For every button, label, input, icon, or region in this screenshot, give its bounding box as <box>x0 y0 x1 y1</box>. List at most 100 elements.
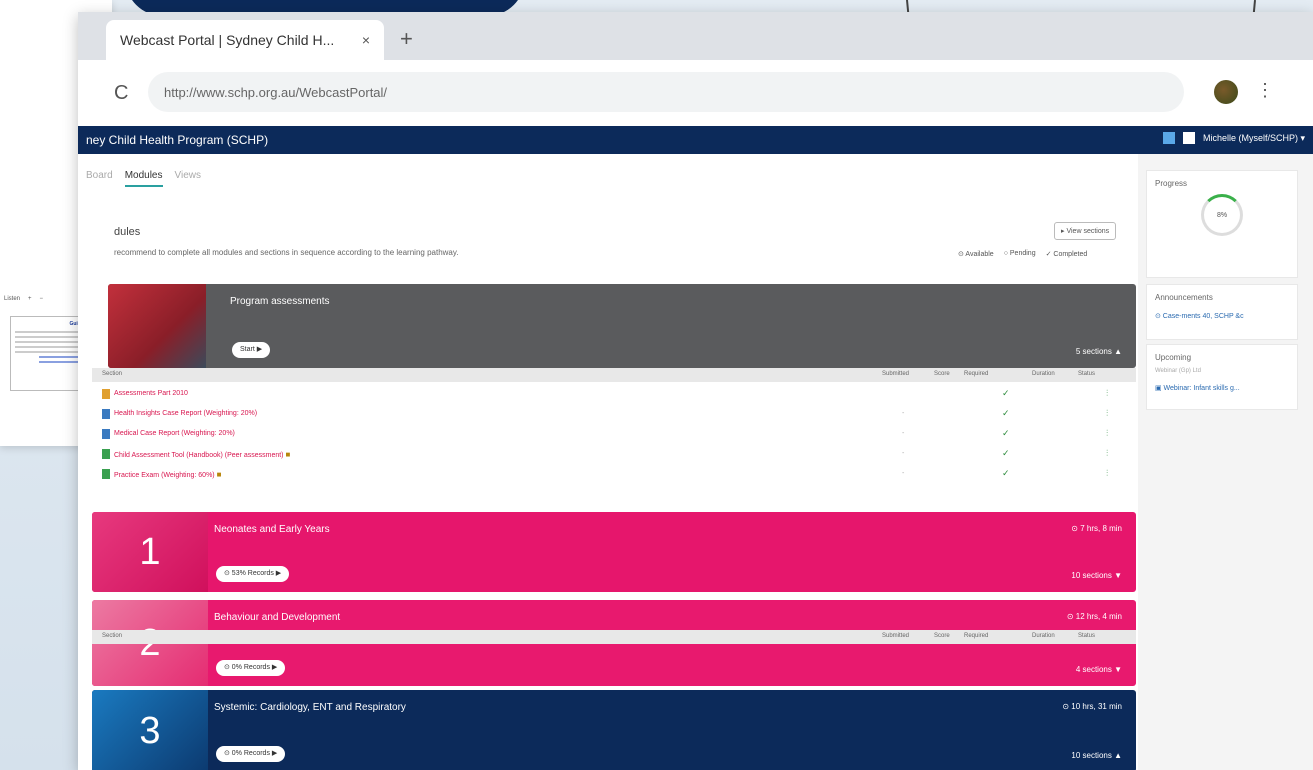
table-row[interactable]: Practice Exam (Weighting: 60%) ■ - ✓ ⫶ <box>102 466 1132 486</box>
module-number: 3 <box>92 690 208 770</box>
legend-item: ⊙ Available <box>958 251 994 258</box>
url-input[interactable]: http://www.schp.org.au/WebcastPortal/ <box>148 72 1184 112</box>
user-menu[interactable]: Michelle (Myself/SCHP) ▾ <box>1203 133 1305 144</box>
column-header: Score <box>934 633 950 639</box>
column-header: Status <box>1078 371 1096 377</box>
activity-link[interactable]: Practice Exam (Weighting: 60%) ■ <box>114 470 221 479</box>
browser-window: Webcast Portal | Sydney Child H... × + C… <box>78 12 1313 770</box>
site-header: ney Child Health Program (SCHP) Michelle… <box>78 126 1313 154</box>
tab-views[interactable]: Views <box>175 170 202 187</box>
grid-icon[interactable] <box>1182 132 1195 144</box>
page-content: Board Modules Views dules recommend to c… <box>78 154 1313 770</box>
background-toolbar-item[interactable]: Listen <box>4 296 20 302</box>
column-header: Status <box>1078 633 1096 639</box>
close-icon[interactable]: × <box>362 32 370 48</box>
table-header: Section Submitted Score Required Duratio… <box>92 368 1136 382</box>
progress-card: Progress 8% <box>1146 170 1298 278</box>
reload-icon[interactable]: C <box>114 82 128 105</box>
activity-link[interactable]: Assessments Part 2010 <box>114 390 188 397</box>
submitted-value: - <box>902 410 905 417</box>
module-title: Neonates and Early Years <box>214 524 330 535</box>
status-legend: ⊙ Available ○ Pending ✓ Completed <box>958 250 1087 258</box>
module-sections-toggle[interactable]: 10 sections ▼ <box>1071 571 1122 580</box>
status-icon: ⫶ <box>1106 408 1109 418</box>
required-check-icon: ✓ <box>1002 408 1010 418</box>
submitted-value: - <box>902 450 905 457</box>
document-icon <box>102 389 110 399</box>
lock-icon: ■ <box>285 450 291 459</box>
module-sections-toggle[interactable]: 4 sections ▼ <box>1076 665 1122 674</box>
module-progress-button[interactable]: ⊙ 53% Records ▶ <box>216 566 290 582</box>
table-row[interactable]: Child Assessment Tool (Handbook) (Peer a… <box>102 446 1132 466</box>
upcoming-subtitle: Webinar (Gp) Ltd <box>1155 368 1201 374</box>
column-header: Submitted <box>882 633 910 639</box>
table-row[interactable]: Health Insights Case Report (Weighting: … <box>102 406 1132 426</box>
activity-link[interactable]: Child Assessment Tool (Handbook) (Peer a… <box>114 450 290 459</box>
required-check-icon: ✓ <box>1002 448 1010 458</box>
document-icon <box>102 409 110 419</box>
module-thumbnail <box>108 284 206 368</box>
browser-tab[interactable]: Webcast Portal | Sydney Child H... × <box>106 20 384 60</box>
activity-label: Practice Exam (Weighting: 60%) <box>114 472 215 479</box>
new-tab-button[interactable]: + <box>400 26 413 52</box>
legend-item: ✓ Completed <box>1045 251 1088 258</box>
view-sections-button[interactable]: ▸ View sections <box>1054 222 1117 240</box>
background-toolbar-item[interactable]: − <box>40 296 44 302</box>
column-header: Score <box>934 371 950 377</box>
tab-title: Webcast Portal | Sydney Child H... <box>120 32 335 48</box>
module-title: Systemic: Cardiology, ENT and Respirator… <box>214 702 406 713</box>
required-check-icon: ✓ <box>1002 468 1010 478</box>
upcoming-link[interactable]: ▣ Webinar: Infant skills g... <box>1155 384 1289 392</box>
section-note: recommend to complete all modules and se… <box>114 248 459 257</box>
background-toolbar-item[interactable]: + <box>28 296 32 302</box>
activity-link[interactable]: Health Insights Case Report (Weighting: … <box>114 410 257 417</box>
column-header: Required <box>964 633 989 639</box>
announcements-title: Announcements <box>1155 293 1213 302</box>
tab-board[interactable]: Board <box>86 170 113 187</box>
submitted-value: - <box>902 430 905 437</box>
column-header: Duration <box>1032 371 1055 377</box>
submitted-value: - <box>902 470 905 477</box>
module-card-1[interactable]: 1 Neonates and Early Years ⊙ 7 hrs, 8 mi… <box>92 512 1136 592</box>
module-card-assessments[interactable]: Program assessments Start ▶ 5 sections ▲ <box>108 284 1136 368</box>
module-card-3[interactable]: 3 Systemic: Cardiology, ENT and Respirat… <box>92 690 1136 770</box>
module-title: Program assessments <box>230 296 330 307</box>
upcoming-title: Upcoming <box>1155 353 1192 362</box>
column-header: Duration <box>1032 633 1055 639</box>
module-start-button[interactable]: Start ▶ <box>232 342 271 358</box>
address-bar: C http://www.schp.org.au/WebcastPortal/ … <box>78 60 1313 126</box>
legend-item: ○ Pending <box>1003 250 1036 257</box>
progress-ring: 8% <box>1201 194 1243 236</box>
column-header: Section <box>102 633 123 639</box>
module-progress-button[interactable]: ⊙ 0% Records ▶ <box>216 746 286 762</box>
status-icon: ⫶ <box>1106 428 1109 438</box>
upcoming-card: Upcoming Webinar (Gp) Ltd ▣ Webinar: Inf… <box>1146 344 1298 410</box>
sub-navigation: Board Modules Views <box>86 170 201 187</box>
site-title[interactable]: ney Child Health Program (SCHP) <box>86 133 268 147</box>
activity-link[interactable]: Medical Case Report (Weighting: 20%) <box>114 430 235 437</box>
status-icon: ⫶ <box>1106 468 1109 478</box>
table-header-bottom: Section Submitted Score Required Duratio… <box>92 630 1136 644</box>
puzzle-icon[interactable] <box>1162 132 1175 144</box>
avatar[interactable] <box>1214 80 1238 104</box>
module-duration: ⊙ 7 hrs, 8 min <box>1071 524 1122 533</box>
user-area[interactable]: Michelle (Myself/SCHP) ▾ <box>1162 132 1305 144</box>
table-row[interactable]: Assessments Part 2010 ✓ ⫶ <box>102 386 1132 406</box>
module-sections-toggle[interactable]: 5 sections ▲ <box>1076 347 1122 356</box>
document-icon <box>102 469 110 479</box>
announcements-card: Announcements ⊙ Case-ments 40, SCHP &c <box>1146 284 1298 340</box>
document-icon <box>102 449 110 459</box>
main-column: Board Modules Views dules recommend to c… <box>78 154 1138 770</box>
tab-modules[interactable]: Modules <box>124 170 163 187</box>
column-header: Required <box>964 371 989 377</box>
table-row[interactable]: Medical Case Report (Weighting: 20%) - ✓… <box>102 426 1132 446</box>
menu-icon[interactable]: ⋮ <box>1256 80 1274 101</box>
column-header: Section <box>102 371 123 377</box>
announcement-link[interactable]: ⊙ Case-ments 40, SCHP &c <box>1155 312 1289 320</box>
background-toolbar: Listen + − <box>4 296 43 302</box>
required-check-icon: ✓ <box>1002 388 1010 398</box>
module-number: 1 <box>92 512 208 592</box>
module-sections-toggle[interactable]: 10 sections ▲ <box>1071 751 1122 760</box>
column-header: Submitted <box>882 371 910 377</box>
module-progress-button[interactable]: ⊙ 0% Records ▶ <box>216 660 286 676</box>
